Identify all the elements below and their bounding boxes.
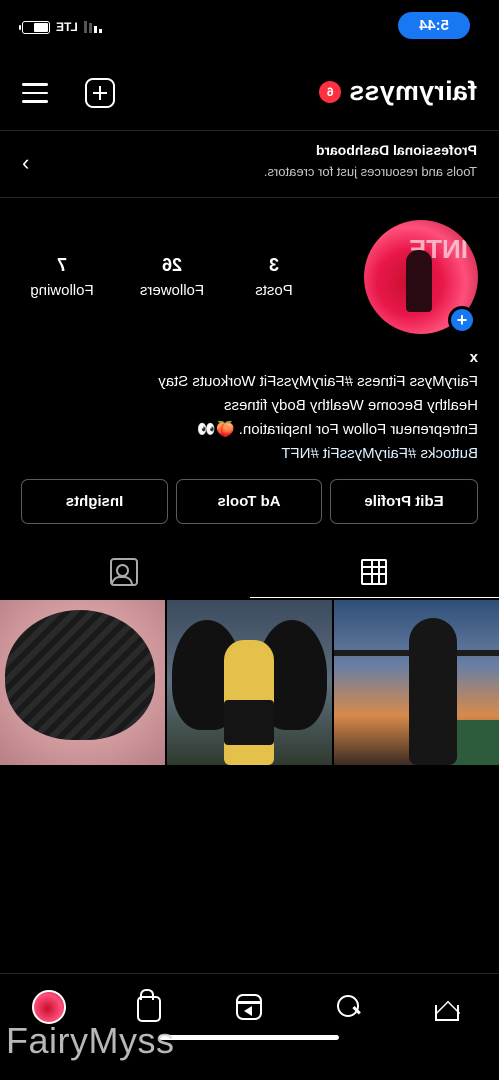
grid-icon (361, 558, 388, 585)
profile-header: fairymyss 6 (0, 62, 499, 126)
professional-dashboard[interactable]: Professional Dashboard Tools and resourc… (0, 132, 499, 196)
profile-bio: x FairyMyss Fitness #FairyMyssFit Workou… (18, 346, 478, 466)
post-thumbnail[interactable] (0, 600, 165, 765)
stat-count: 3 (269, 255, 280, 275)
dashboard-title: Professional Dashboard (315, 142, 477, 158)
stat-count: 26 (161, 255, 183, 275)
ad-tools-button[interactable]: Ad Tools (176, 479, 322, 524)
account-switcher[interactable]: fairymyss 6 (319, 76, 477, 107)
battery-icon (22, 20, 50, 34)
stat-posts[interactable]: 3 Posts (219, 255, 329, 299)
nav-shop[interactable] (132, 990, 166, 1024)
status-time: 5:44 (398, 12, 470, 39)
post-thumbnail[interactable] (167, 600, 332, 765)
chevron-right-icon: › (22, 150, 30, 175)
status-bar: 5:44 LTE (0, 0, 499, 52)
post-thumbnail[interactable] (334, 600, 499, 765)
status-indicators: LTE (22, 20, 102, 34)
divider (0, 197, 499, 198)
profile-stats: 3 Posts 26 Followers 7 Following (0, 255, 499, 305)
nav-reels[interactable] (232, 990, 266, 1024)
reels-icon (236, 994, 262, 1020)
content-tabs (0, 546, 499, 598)
tagged-person-icon (110, 558, 139, 586)
profile-actions: Edit Profile Ad Tools Insights (0, 479, 499, 524)
bio-line: FairyMyss Fitness #FairyMyssFit Workouts… (158, 373, 478, 390)
username: fairymyss (349, 76, 477, 106)
add-story-icon[interactable]: + (448, 306, 476, 334)
home-indicator (159, 1035, 339, 1040)
insights-button[interactable]: Insights (21, 479, 168, 524)
stat-label: Followers (139, 282, 205, 299)
nav-profile[interactable] (32, 990, 66, 1024)
nav-home[interactable] (432, 990, 466, 1024)
edit-profile-button[interactable]: Edit Profile (330, 479, 478, 524)
mirrored-screen: 5:44 LTE fairymyss 6 Professional Dashbo… (0, 0, 499, 1080)
bio-line: Healthy Become Wealthy Body fitness (223, 397, 478, 414)
stat-label: Following (30, 282, 94, 299)
dashboard-subtitle: Tools and resources just for creators. (263, 164, 477, 179)
search-icon (336, 994, 362, 1020)
divider (0, 130, 499, 131)
tab-posts-grid[interactable] (250, 546, 499, 598)
home-icon (436, 995, 462, 1019)
stat-followers[interactable]: 26 Followers (117, 255, 227, 299)
stat-count: 7 (57, 255, 68, 275)
notification-badge: 6 (319, 80, 342, 103)
tab-tagged[interactable] (0, 546, 249, 598)
menu-icon[interactable] (20, 78, 50, 108)
profile-avatar-icon (32, 990, 66, 1024)
stat-label: Posts (255, 282, 293, 299)
create-post-icon[interactable] (85, 78, 115, 108)
signal-icon (83, 21, 102, 33)
nav-search[interactable] (332, 990, 366, 1024)
shopping-bag-icon (137, 996, 161, 1022)
posts-grid (0, 600, 499, 765)
bio-name: x (469, 349, 478, 366)
network-label: LTE (56, 20, 78, 34)
bio-line: Entrepreneur Follow For Inspiration. 🍑👀 (197, 421, 478, 438)
watermark-text: FairyMyss (6, 1020, 175, 1061)
stat-following[interactable]: 7 Following (7, 255, 117, 299)
bio-hashtags[interactable]: Buttocks #FairyMyssFit #NFT (18, 442, 478, 466)
